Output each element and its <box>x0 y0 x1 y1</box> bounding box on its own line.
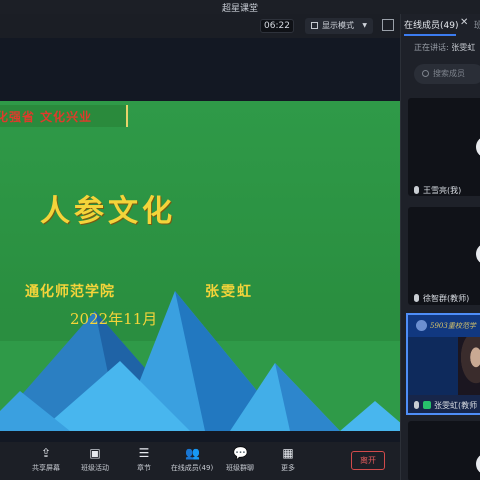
class-timer: 06:22 <box>260 19 294 33</box>
member-search-input[interactable]: 搜索成员 <box>414 64 480 84</box>
tab-online-members[interactable]: 在线成员(49) <box>404 18 458 31</box>
more-button[interactable]: ▦ 更多 <box>266 446 310 473</box>
speaking-name: 张雯虹 <box>451 43 476 52</box>
slide-title: 人参文化 <box>40 194 176 229</box>
shared-slide: 化强省 文化兴业 人参文化 通化师范学院 张雯虹 2022年11月 <box>0 101 400 431</box>
fullscreen-icon[interactable] <box>382 19 394 31</box>
member-tile[interactable] <box>408 98 480 196</box>
tab-class[interactable]: 班 <box>474 18 480 31</box>
more-grid-icon: ▦ <box>282 446 294 460</box>
title-bar: 超星课堂 <box>0 0 480 14</box>
display-mode-label: 显示模式 <box>322 21 354 30</box>
school-logo <box>416 320 427 331</box>
share-screen-button[interactable]: ⇪ 共享屏幕 <box>24 446 68 473</box>
avatar <box>476 136 480 158</box>
microphone-icon <box>414 294 419 302</box>
slide-author: 张雯虹 <box>205 284 253 300</box>
leave-button[interactable]: 离开 <box>351 451 385 470</box>
chapter-button[interactable]: ☰ 章节 <box>122 446 166 473</box>
mountain-graphic <box>0 291 400 431</box>
speaker-video-feed <box>458 337 480 395</box>
slide-date: 2022年11月 <box>70 310 158 328</box>
member-tile[interactable] <box>408 207 480 305</box>
group-chat-icon: 💬 <box>233 446 248 460</box>
presentation-stage: 化强省 文化兴业 人参文化 通化师范学院 张雯虹 2022年11月 <box>0 38 400 442</box>
slide-organization: 通化师范学院 <box>25 284 115 300</box>
active-tab-indicator <box>404 34 456 36</box>
chapter-icon: ☰ <box>138 446 150 460</box>
group-chat-button[interactable]: 💬 班级群聊 <box>218 446 262 473</box>
member-name: 王雪亮(我) <box>414 185 461 196</box>
member-tile[interactable] <box>408 421 480 480</box>
window-title: 超星课堂 <box>221 4 258 14</box>
slide-banner: 化强省 文化兴业 <box>0 105 128 127</box>
microphone-icon <box>414 401 419 409</box>
display-mode-button[interactable]: 显示模式 ▼ <box>305 18 373 34</box>
speaking-prefix: 正在讲话: <box>414 43 449 52</box>
search-icon <box>422 70 429 77</box>
share-screen-icon: ⇪ <box>40 446 52 460</box>
members-icon: 👥 <box>185 446 200 460</box>
speaking-indicator: 正在讲话: 张雯虹 <box>414 42 475 53</box>
shield-icon <box>423 401 431 409</box>
member-name: 张雯虹(教师 <box>414 400 477 411</box>
close-icon[interactable]: ✕ <box>460 17 468 28</box>
microphone-icon <box>414 186 419 194</box>
avatar <box>476 453 480 475</box>
caret-down-icon: ▼ <box>362 22 367 29</box>
video-overlay-text: 5903重校范学 <box>430 322 476 330</box>
class-activity-button[interactable]: ▣ 班级活动 <box>73 446 117 473</box>
members-button[interactable]: 👥 在线成员(49) <box>170 446 214 473</box>
member-name: 徐智群(教师) <box>414 293 469 304</box>
display-mode-icon <box>311 22 318 29</box>
avatar <box>476 243 480 265</box>
class-activity-icon: ▣ <box>89 446 101 460</box>
